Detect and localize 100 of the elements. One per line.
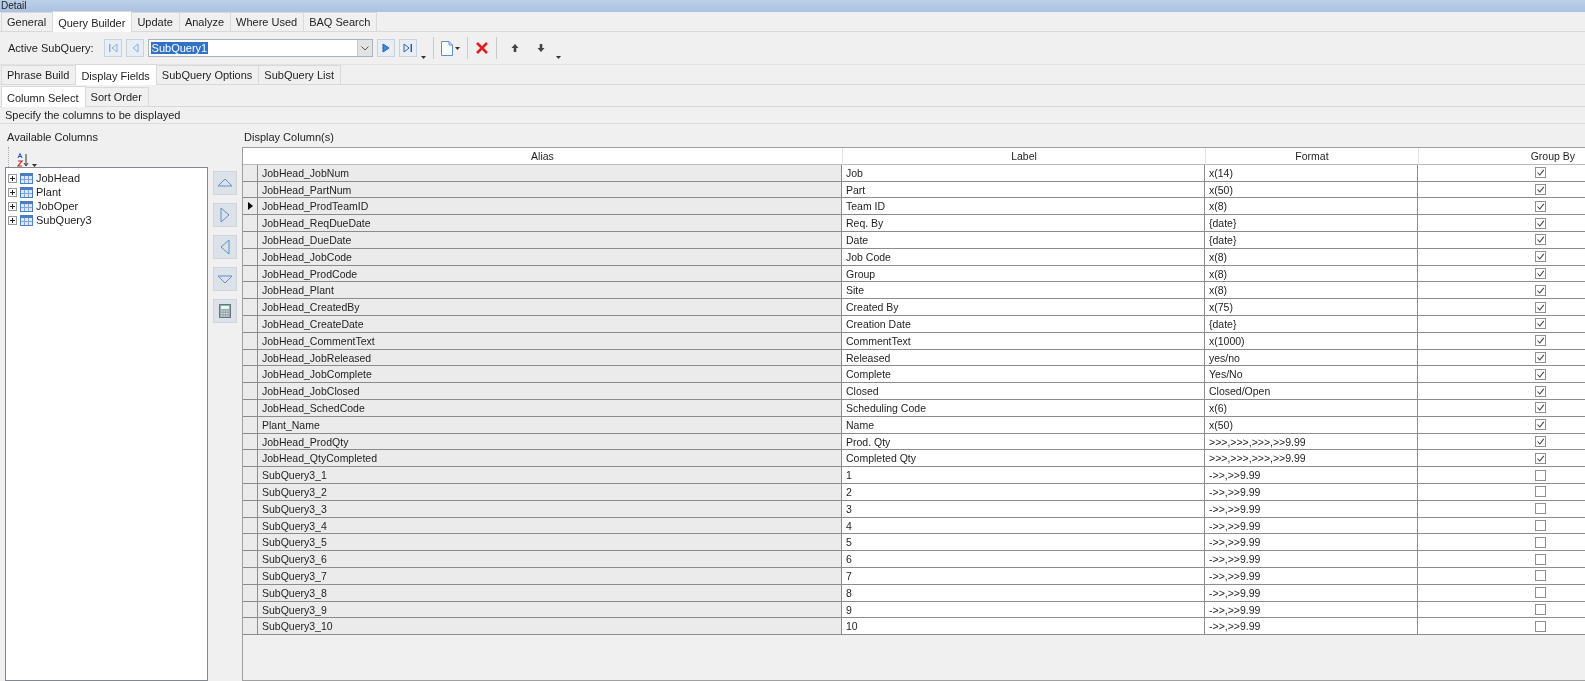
window-title: Detail <box>0 0 1585 12</box>
add-column-button[interactable] <box>213 203 237 227</box>
checkbox[interactable] <box>1535 184 1546 195</box>
skip-first-icon <box>106 42 119 54</box>
skip-last-icon <box>401 42 414 54</box>
checkbox[interactable] <box>1535 486 1546 498</box>
checkbox[interactable] <box>1535 503 1546 515</box>
checkbox[interactable] <box>1535 234 1546 246</box>
checkbox[interactable] <box>1535 452 1546 464</box>
checkbox[interactable] <box>1535 368 1546 380</box>
tab[interactable]: Update <box>131 12 180 31</box>
table-cell: ->>,>>9.99 <box>1205 551 1418 568</box>
table-cell: Created By <box>842 299 1205 316</box>
table-icon <box>20 200 33 212</box>
expand-icon[interactable] <box>8 173 17 183</box>
column-header[interactable]: Alias <box>243 148 842 165</box>
checkbox[interactable] <box>1535 419 1546 431</box>
dropdown-button[interactable] <box>356 40 372 56</box>
checkbox[interactable] <box>1535 284 1546 296</box>
tab[interactable]: Query Builder <box>52 11 133 32</box>
table-cell: x(8) <box>1205 198 1418 216</box>
table-cell: SubQuery3_1 <box>258 467 842 484</box>
table-cell: JobHead_JobClosed <box>258 383 842 400</box>
tab[interactable]: Analyze <box>178 12 232 31</box>
checkbox[interactable] <box>1535 402 1546 414</box>
previous-button[interactable] <box>125 39 144 57</box>
table-cell: Completed Qty <box>842 450 1205 468</box>
delete-icon[interactable] <box>474 41 489 55</box>
table-cell: SubQuery3_5 <box>258 534 842 552</box>
table-cell: JobHead_JobComplete <box>258 366 842 384</box>
tab[interactable]: Phrase Build <box>1 65 77 84</box>
checkbox[interactable] <box>1535 385 1546 397</box>
next-button[interactable] <box>376 39 395 57</box>
move-up-button[interactable] <box>213 171 237 195</box>
checkbox[interactable] <box>1535 570 1546 582</box>
tab[interactable]: BAQ Search <box>303 12 378 31</box>
tab[interactable]: SubQuery List <box>258 65 342 84</box>
subquery-combo[interactable]: SubQuery1 <box>147 39 373 57</box>
checkbox[interactable] <box>1535 603 1546 615</box>
tab[interactable]: SubQuery Options <box>155 65 260 84</box>
table-cell: ->>,>>9.99 <box>1205 534 1418 552</box>
table-cell: Closed/Open <box>1205 383 1418 400</box>
checkbox[interactable] <box>1535 435 1546 447</box>
instruction-text: Specify the columns to be displayed <box>0 107 1585 124</box>
tab[interactable]: Column Select <box>1 86 86 107</box>
expand-icon[interactable] <box>8 187 17 197</box>
first-button[interactable] <box>103 39 122 57</box>
tree-item[interactable]: SubQuery3 <box>36 214 92 226</box>
checkbox[interactable] <box>1535 620 1546 632</box>
table-cell: SubQuery3_10 <box>258 618 842 636</box>
checkbox[interactable] <box>1535 200 1546 212</box>
tab[interactable]: General <box>1 12 54 31</box>
column-header[interactable]: Group By <box>1418 148 1585 165</box>
table-cell: x(75) <box>1205 299 1418 316</box>
table-cell: JobHead_ReqDueDate <box>258 215 842 232</box>
arrow-up-icon[interactable] <box>509 43 520 53</box>
caret-icon[interactable] <box>555 56 561 59</box>
column-header[interactable]: Label <box>842 148 1205 165</box>
calculator-button[interactable] <box>213 299 237 323</box>
tab[interactable]: Sort Order <box>84 87 149 106</box>
sort-az-icon[interactable] <box>17 153 29 167</box>
checkbox[interactable] <box>1535 318 1546 330</box>
table-cell: Site <box>842 282 1205 300</box>
table-cell: JobHead_QtyCompleted <box>258 450 842 468</box>
tree-item[interactable]: Plant <box>36 186 62 198</box>
caret-icon[interactable] <box>420 56 426 59</box>
expand-icon[interactable] <box>8 201 17 211</box>
move-down-button[interactable] <box>213 267 237 291</box>
checkbox[interactable] <box>1535 217 1546 229</box>
new-document-button[interactable] <box>440 40 460 56</box>
checkbox[interactable] <box>1535 553 1546 565</box>
checkbox[interactable] <box>1535 351 1546 363</box>
expand-icon[interactable] <box>8 215 17 225</box>
row-header[interactable] <box>243 198 258 216</box>
checkbox[interactable] <box>1535 167 1546 179</box>
checkbox[interactable] <box>1535 251 1546 263</box>
table-cell: 6 <box>842 551 1205 568</box>
checkbox[interactable] <box>1535 519 1546 531</box>
table-cell: ->>,>>9.99 <box>1205 467 1418 484</box>
table-icon <box>20 186 33 198</box>
table-cell: JobHead_CreatedBy <box>258 299 842 316</box>
available-columns-title: Available Columns <box>6 130 99 145</box>
checkbox[interactable] <box>1535 536 1546 548</box>
arrow-down-icon[interactable] <box>535 43 546 53</box>
tab[interactable]: Display Fields <box>75 64 157 85</box>
tree-item[interactable]: JobOper <box>36 200 79 212</box>
checkbox[interactable] <box>1535 267 1546 279</box>
tree-item[interactable]: JobHead <box>36 172 81 184</box>
remove-column-button[interactable] <box>213 235 237 259</box>
column-header[interactable]: Format <box>1205 148 1418 165</box>
calculator-icon <box>217 303 233 319</box>
table-cell: Closed <box>842 383 1205 400</box>
checkbox[interactable] <box>1535 335 1546 347</box>
last-button[interactable] <box>398 39 417 57</box>
checkbox[interactable] <box>1535 469 1546 481</box>
table-icon <box>20 214 33 226</box>
checkbox[interactable] <box>1535 587 1546 599</box>
table-cell: 5 <box>842 534 1205 552</box>
checkbox[interactable] <box>1535 301 1546 313</box>
table-cell: Complete <box>842 366 1205 384</box>
